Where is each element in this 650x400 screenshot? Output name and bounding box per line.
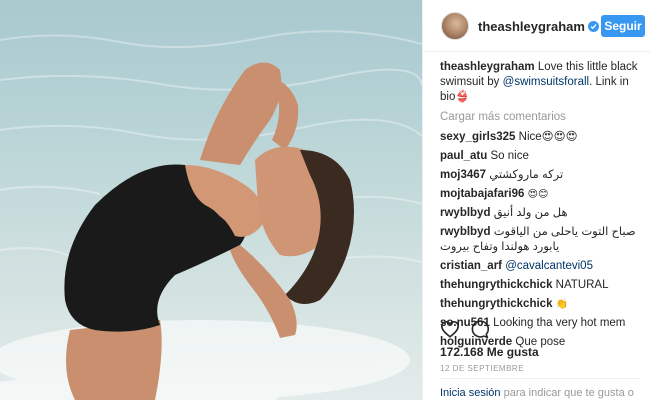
comment-item: paul_atu So nice (440, 149, 640, 164)
login-prompt: Inicia sesión para indicar que te gusta … (440, 387, 634, 399)
comment-username[interactable]: cristian_arf (440, 260, 502, 272)
comment-item: cristian_arf @cavalcantevi05 (440, 259, 640, 274)
post-header: theashleygraham Seguir (423, 0, 650, 52)
comment-text: Nice😍😍😍 (518, 131, 578, 143)
follow-button[interactable]: Seguir (601, 15, 645, 37)
divider (440, 378, 640, 379)
comment-item: rwyblbyd صباح التوت ياحلى من الياقوت ياب… (440, 225, 640, 255)
comment-item: rwyblbyd هل من ولد أنيق (440, 206, 640, 221)
comment-mention[interactable]: @cavalcantevi05 (505, 260, 593, 272)
post-sidebar: theashleygraham Seguir theashleygraham L… (422, 0, 650, 400)
comment-username[interactable]: rwyblbyd (440, 207, 490, 219)
comment-item: sexy_girls325 Nice😍😍😍 (440, 130, 640, 145)
comment-text: NATURAL (555, 279, 609, 291)
comment-username[interactable]: moj3467 (440, 169, 486, 181)
post-photo[interactable] (0, 0, 422, 400)
caption-username[interactable]: theashleygraham (440, 61, 535, 73)
comment-item: mojtabajafari96 😍😊 (440, 187, 640, 202)
post-actions (440, 320, 640, 340)
comment-text: 😍😊 (527, 189, 549, 200)
comment-username[interactable]: rwyblbyd (440, 226, 490, 238)
post-date: 12 DE SEPTIEMBRE (440, 364, 525, 373)
login-text: para indicar que te gusta o (503, 387, 634, 399)
comment-text: 👏 (555, 299, 569, 310)
caption-mention[interactable]: @swimsuitsforall (503, 76, 589, 88)
comment-username[interactable]: mojtabajafari96 (440, 188, 524, 200)
heart-icon[interactable] (440, 320, 460, 343)
avatar[interactable] (441, 12, 469, 40)
likes-count[interactable]: 172.168 Me gusta (440, 345, 539, 359)
comment-username[interactable]: thehungrythickchick (440, 279, 552, 291)
post-caption: theashleygraham Love this little black s… (440, 60, 640, 105)
load-more-comments-link[interactable]: Cargar más comentarios (440, 110, 640, 125)
comment-username[interactable]: sexy_girls325 (440, 131, 515, 143)
verified-badge-icon (587, 21, 599, 32)
comment-item: thehungrythickchick 👏 (440, 297, 640, 312)
header-username[interactable]: theashleygraham (478, 19, 599, 34)
comment-text: هل من ولد أنيق (493, 207, 568, 219)
login-link[interactable]: Inicia sesión (440, 387, 501, 399)
comment-bubble-icon[interactable] (470, 320, 489, 344)
comment-text: So nice (490, 150, 529, 162)
comment-username[interactable]: paul_atu (440, 150, 487, 162)
comment-item: moj3467 تركه ماروكشتي (440, 168, 640, 183)
comment-item: thehungrythickchick NATURAL (440, 278, 640, 293)
header-username-text[interactable]: theashleygraham (478, 19, 585, 34)
comment-text: تركه ماروكشتي (489, 169, 564, 181)
comment-username[interactable]: thehungrythickchick (440, 298, 552, 310)
comments-list: theashleygraham Love this little black s… (440, 60, 640, 354)
post-image-illustration (0, 30, 422, 400)
